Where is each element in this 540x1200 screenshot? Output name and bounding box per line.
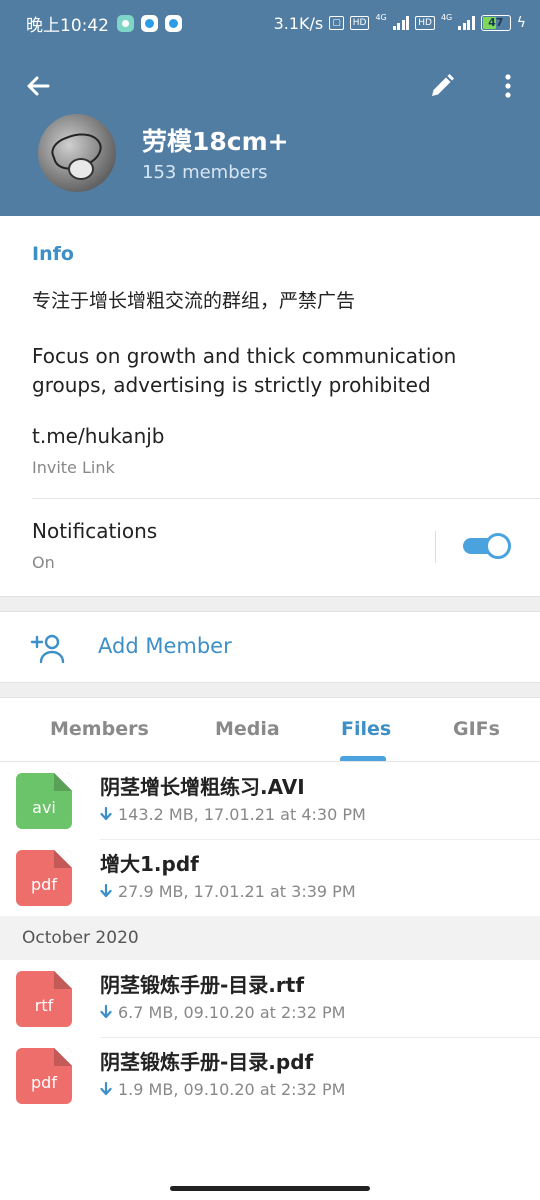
network-speed: 3.1K/s (273, 13, 324, 33)
more-options-icon[interactable] (494, 72, 522, 100)
file-name: 阴茎锻炼手册-目录.pdf (100, 1050, 314, 1074)
notifications-state: On (32, 553, 55, 572)
file-name: 阴茎锻炼手册-目录.rtf (100, 973, 305, 997)
vpn-icon (117, 14, 134, 32)
info-section-label: Info (32, 243, 74, 265)
tab-files[interactable]: Files (341, 718, 391, 740)
download-icon (100, 807, 112, 821)
file-type-icon: avi (16, 773, 72, 829)
description-chinese: 专注于增长增粗交流的群组，严禁广告 (32, 290, 356, 312)
add-member-button[interactable]: Add Member (0, 612, 540, 682)
hd-badge-1: HD (349, 16, 370, 30)
notifications-label[interactable]: Notifications (32, 519, 157, 543)
vertical-separator (435, 531, 436, 563)
download-icon (100, 1082, 112, 1096)
file-type-icon: pdf (16, 850, 72, 906)
nfc-icon: ▢ (329, 16, 344, 30)
file-meta: 27.9 MB, 17.01.21 at 3:39 PM (100, 882, 356, 901)
back-arrow-icon[interactable] (24, 72, 52, 100)
file-name: 阴茎增长增粗练习.AVI (100, 775, 305, 799)
month-header-label: October 2020 (22, 928, 139, 948)
file-meta: 143.2 MB, 17.01.21 at 4:30 PM (100, 805, 366, 824)
invite-link[interactable]: t.me/hukanjb (32, 424, 165, 448)
sig1-label: 4G (375, 12, 387, 22)
file-row[interactable]: avi 阴茎增长增粗练习.AVI 143.2 MB, 17.01.21 at 4… (0, 763, 540, 840)
divider (32, 498, 540, 499)
status-time: 晚上10:42 (26, 15, 109, 36)
description-english: Focus on growth and thick communication … (32, 344, 457, 397)
section-gap (0, 682, 540, 698)
active-tab-indicator (340, 756, 386, 761)
add-member-label: Add Member (98, 634, 232, 658)
file-meta: 1.9 MB, 09.10.20 at 2:32 PM (100, 1080, 345, 1099)
file-type-icon: pdf (16, 1048, 72, 1104)
download-icon (100, 884, 112, 898)
file-row[interactable]: rtf 阴茎锻炼手册-目录.rtf 6.7 MB, 09.10.20 at 2:… (0, 961, 540, 1038)
tab-gifs[interactable]: GIFs (453, 718, 500, 740)
member-count: 153 members (142, 162, 268, 183)
file-type-icon: rtf (16, 971, 72, 1027)
month-header: October 2020 (0, 916, 540, 960)
file-name: 增大1.pdf (100, 852, 199, 876)
invite-link-caption: Invite Link (32, 458, 115, 477)
cloud-icon (165, 14, 182, 32)
hd-badge-2: HD (415, 16, 435, 30)
tab-media[interactable]: Media (215, 718, 280, 740)
sig2-label: 4G (440, 12, 453, 22)
add-user-icon (30, 632, 66, 664)
group-avatar[interactable] (38, 114, 116, 192)
file-row[interactable]: pdf 增大1.pdf 27.9 MB, 17.01.21 at 3:39 PM (0, 840, 540, 917)
edit-pencil-icon[interactable] (428, 72, 456, 100)
chat-header: 劳模18cm+ 153 members (0, 46, 540, 216)
battery-icon: 47 (480, 15, 511, 31)
group-title: 劳模18cm+ (142, 127, 289, 156)
signal-1-icon (392, 16, 410, 30)
charging-icon: ϟ (516, 15, 526, 31)
home-indicator[interactable] (170, 1186, 370, 1191)
section-gap (0, 596, 540, 612)
app-notification-icon (141, 14, 158, 32)
signal-2-icon (458, 16, 475, 30)
shared-media-tabs: Members Media Files GIFs (0, 698, 540, 762)
tab-members[interactable]: Members (50, 718, 149, 740)
status-bar: 晚上10:42 3.1K/s ▢ HD 4G HD 4G 47 ϟ (0, 0, 540, 46)
download-icon (100, 1005, 112, 1019)
file-row[interactable]: pdf 阴茎锻炼手册-目录.pdf 1.9 MB, 09.10.20 at 2:… (0, 1038, 540, 1115)
notifications-toggle[interactable] (463, 533, 511, 559)
file-meta: 6.7 MB, 09.10.20 at 2:32 PM (100, 1003, 345, 1022)
